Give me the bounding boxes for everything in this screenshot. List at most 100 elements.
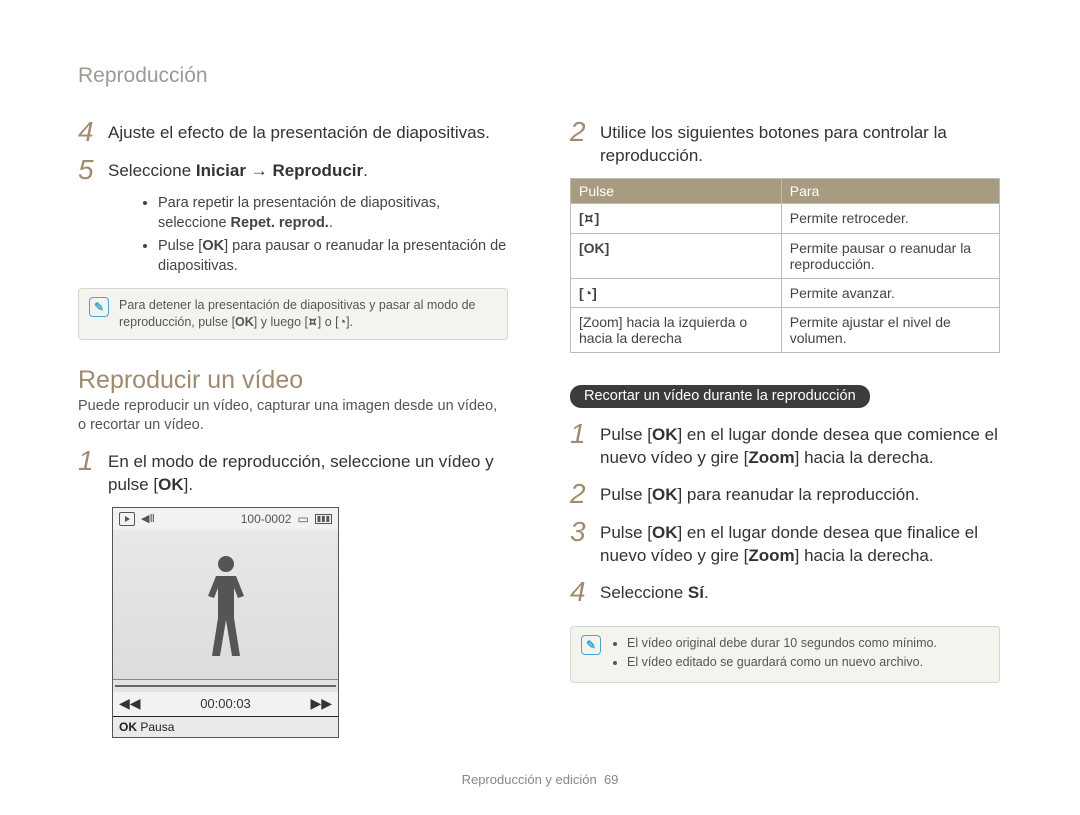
text: . [704,583,709,602]
forward-icon: ▶▶ [310,695,332,712]
ok-button-label: OK [202,238,224,254]
text: ] y luego [ [254,315,308,329]
step-number: 2 [570,480,588,508]
zoom-label: Zoom [748,546,794,565]
trim-step-3: 3 Pulse [OK] en el lugar donde desea que… [570,518,1000,568]
step-number: 1 [570,420,588,470]
step-text: Ajuste el efecto de la presentación de d… [108,118,490,146]
video-step-1: 1 En el modo de reproducción, seleccione… [78,447,508,497]
note-bullet: El vídeo editado se guardará como un nue… [627,654,937,672]
step-number: 1 [78,447,96,497]
ok-button-label: OK [158,475,184,494]
camera-controls: ◀◀ 00:00:03 ▶▶ [113,692,338,716]
text: . [329,215,333,231]
trim-step-2: 2 Pulse [OK] para reanudar la reproducci… [570,480,1000,508]
cell-desc: Permite ajustar el nivel de volumen. [781,307,999,352]
camera-preview [113,530,338,680]
step-number: 4 [570,578,588,606]
info-note: ✎ Para detener la presentación de diapos… [78,288,508,340]
card-icon: ▭ [297,512,308,526]
section-subtext: Puede reproducir un vídeo, capturar una … [78,397,508,435]
text: ] o [ [318,315,339,329]
step-number: 3 [570,518,588,568]
elapsed-time: 00:00:03 [200,696,251,711]
person-silhouette-icon [196,556,256,666]
arrow: → [246,161,272,180]
cell-flash: [⯏] [571,203,782,233]
text: Seleccione [600,583,688,602]
cell-timer: [◔] [571,278,782,307]
rewind-icon: ◀◀ [119,695,141,712]
file-counter: 100-0002 [241,512,292,526]
camera-footer: OK Pausa [113,716,338,737]
left-column: 4 Ajuste el efecto de la presentación de… [78,118,508,738]
step-text: Pulse [OK] en el lugar donde desea que f… [600,518,1000,568]
note-icon: ✎ [581,635,601,655]
step-5-bullets: Para repetir la presentación de diaposit… [118,194,508,276]
ok-button-label: OK [652,523,678,542]
battery-icon: ▮▮▮ [315,514,332,524]
ok-button-label: OK [235,315,254,329]
note-text: El vídeo original debe durar 10 segundos… [611,635,937,674]
table-header-row: Pulse Para [571,178,1000,203]
trim-step-4: 4 Seleccione Sí. [570,578,1000,606]
step-text: Seleccione Iniciar → Reproducir. [108,156,368,184]
cell-zoom: [Zoom] hacia la izquierda o hacia la der… [571,307,782,352]
table-row: [⯏] Permite retroceder. [571,203,1000,233]
zoom-label: Zoom [748,448,794,467]
menu-item-repet-reprod: Repet. reprod. [231,215,329,231]
text: ] para reanudar la reproducción. [677,485,919,504]
note-bullet: El vídeo original debe durar 10 segundos… [627,635,937,653]
menu-item-iniciar: Iniciar [196,161,246,180]
step-2-right: 2 Utilice los siguientes botones para co… [570,118,1000,168]
trim-step-1: 1 Pulse [OK] en el lugar donde desea que… [570,420,1000,470]
right-column: 2 Utilice los siguientes botones para co… [570,118,1000,683]
step-text: En el modo de reproducción, seleccione u… [108,447,508,497]
pause-label: Pausa [140,720,174,734]
ok-label: OK [119,720,137,734]
note-text: Para detener la presentación de diaposit… [119,297,497,331]
table-row: [◔] Permite avanzar. [571,278,1000,307]
step-text: Pulse [OK] para reanudar la reproducción… [600,480,919,508]
text: ]. [184,475,193,494]
step-5: 5 Seleccione Iniciar → Reproducir. [78,156,508,184]
col-para: Para [781,178,999,203]
step-text: Seleccione Sí. [600,578,709,606]
flash-icon: ⯏ [308,315,318,329]
step-number: 5 [78,156,96,184]
cell-desc: Permite retroceder. [781,203,999,233]
text: ]. [346,315,353,329]
cell-desc: Permite pausar o reanudar la reproducció… [781,233,999,278]
camera-top-bar: ◀Ⅱ 100-0002 ▭ ▮▮▮ [113,508,338,530]
progress-bar [113,680,338,692]
text: Pulse [ [600,523,652,542]
ok-button-label: OK [652,425,678,444]
text: Pulse [ [158,238,202,254]
page-number: 69 [604,772,618,787]
sound-icon: ◀Ⅱ [141,512,155,525]
step-4: 4 Ajuste el efecto de la presentación de… [78,118,508,146]
table-row: [Zoom] hacia la izquierda o hacia la der… [571,307,1000,352]
note-icon: ✎ [89,297,109,317]
text: Pulse [ [600,485,652,504]
menu-item-reproducir: Reproducir [272,161,363,180]
bullet: Para repetir la presentación de diaposit… [158,194,508,233]
col-pulse: Pulse [571,178,782,203]
text: . [363,161,368,180]
bullet: Pulse [OK] para pausar o reanudar la pre… [158,237,508,276]
page-section-header: Reproducción [78,64,208,88]
info-note: ✎ El vídeo original debe durar 10 segund… [570,626,1000,683]
subsection-pill: Recortar un vídeo durante la reproducció… [570,385,870,408]
step-number: 2 [570,118,588,168]
text: Seleccione [108,161,196,180]
step-text: Pulse [OK] en el lugar donde desea que c… [600,420,1000,470]
option-si: Sí [688,583,704,602]
cell-ok: [OK] [571,233,782,278]
controls-table: Pulse Para [⯏] Permite retroceder. [OK] … [570,178,1000,353]
camera-screen-illustration: ◀Ⅱ 100-0002 ▭ ▮▮▮ ◀◀ 00:00:03 ▶▶ OK Paus… [112,507,339,738]
footer-text: Reproducción y edición [462,772,597,787]
text: Pulse [ [600,425,652,444]
ok-button-label: OK [652,485,678,504]
step-number: 4 [78,118,96,146]
text: ] hacia la derecha. [795,448,934,467]
